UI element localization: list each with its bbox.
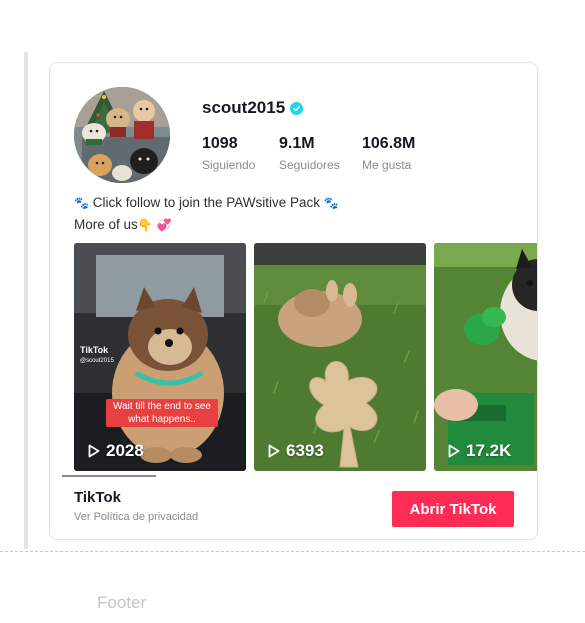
tiktok-watermark: TikTok @scout2015 xyxy=(80,345,114,367)
video-thumbnail[interactable]: 6393 xyxy=(254,243,426,471)
watermark-brand: TikTok xyxy=(80,345,109,355)
followers-label: Seguidores xyxy=(279,158,340,172)
username-row: scout2015 xyxy=(202,98,304,118)
profile-avatar[interactable] xyxy=(74,87,170,183)
paw-prints-icon: 🐾 xyxy=(323,196,339,210)
likes-label: Me gusta xyxy=(362,158,412,172)
page-footer-label: Footer xyxy=(97,593,147,612)
carousel-progress-bar xyxy=(62,475,156,477)
view-count: 6393 xyxy=(268,441,324,461)
bio-line-2-text: More of us xyxy=(74,217,138,232)
verified-check-icon xyxy=(290,101,304,115)
avatar-image xyxy=(74,87,170,183)
stat-likes: 106.8M Me gusta xyxy=(362,135,415,172)
play-icon xyxy=(88,444,100,458)
open-tiktok-button[interactable]: Abrir TikTok xyxy=(392,491,514,527)
following-label: Siguiendo xyxy=(202,158,256,172)
bio-line-2: More of us👇 💞 xyxy=(74,214,339,236)
followers-count: 9.1M xyxy=(279,135,315,152)
page: scout2015 1098 Siguiendo 9.1M Seguidores… xyxy=(0,0,585,623)
sparkling-heart-icon: 💞 xyxy=(156,218,172,232)
play-icon xyxy=(448,444,460,458)
bio-line-1-text: Click follow to join the PAWsitive Pack xyxy=(92,195,321,210)
tiktok-profile-embed: scout2015 1098 Siguiendo 9.1M Seguidores… xyxy=(49,62,538,540)
footer-brand[interactable]: TikTok xyxy=(74,489,121,506)
view-count-value: 6393 xyxy=(286,441,324,460)
view-count-value: 2028 xyxy=(106,441,144,460)
video-thumbnail-image xyxy=(434,243,537,471)
video-thumbnail[interactable]: 17.2K xyxy=(434,243,537,471)
dotted-divider xyxy=(0,551,585,552)
privacy-policy-link[interactable]: Ver Política de privacidad xyxy=(74,511,198,523)
stat-following: 1098 Siguiendo xyxy=(202,135,279,172)
profile-stats: 1098 Siguiendo 9.1M Seguidores 106.8M Me… xyxy=(202,135,415,172)
video-thumbnail-image xyxy=(254,243,426,471)
view-count: 17.2K xyxy=(448,441,511,461)
video-thumbnail[interactable]: TikTok @scout2015 Wait till the end to s… xyxy=(74,243,246,471)
video-caption: Wait till the end to see what happens.. xyxy=(106,399,218,427)
view-count: 2028 xyxy=(88,441,144,461)
profile-bio: 🐾 Click follow to join the PAWsitive Pac… xyxy=(74,192,339,236)
bio-line-1: 🐾 Click follow to join the PAWsitive Pac… xyxy=(74,192,339,214)
username[interactable]: scout2015 xyxy=(202,98,285,118)
view-count-value: 17.2K xyxy=(466,441,512,460)
play-icon xyxy=(268,444,280,458)
pointing-down-hand-icon: 👇 xyxy=(137,218,153,232)
watermark-handle: @scout2015 xyxy=(80,358,114,364)
embed-left-border xyxy=(24,52,28,549)
paw-prints-icon: 🐾 xyxy=(74,196,89,210)
video-carousel[interactable]: TikTok @scout2015 Wait till the end to s… xyxy=(74,243,537,471)
following-count: 1098 xyxy=(202,135,238,152)
stat-followers: 9.1M Seguidores xyxy=(279,135,362,172)
likes-count: 106.8M xyxy=(362,135,416,152)
